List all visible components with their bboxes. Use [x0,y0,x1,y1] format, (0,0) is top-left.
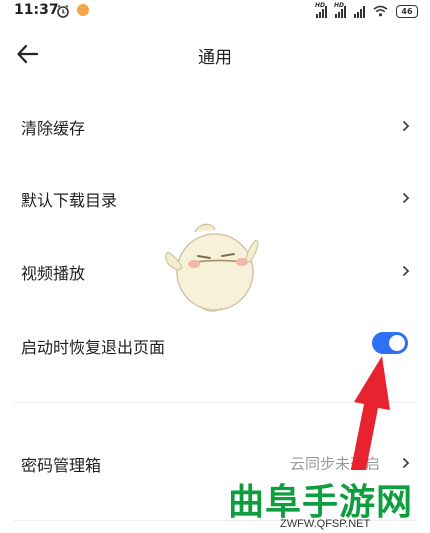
battery-icon: 46 [396,5,418,18]
settings-item-clear-cache[interactable]: 清除缓存 [0,101,430,151]
page-title: 通用 [198,48,232,68]
mascot-bird-image [160,220,265,315]
notification-badge-icon [77,4,89,16]
status-icons: HD HD 46 [315,2,418,21]
wifi-icon [373,2,388,21]
chevron-right-icon [402,455,410,469]
chevron-right-icon [402,190,410,204]
alarm-icon [56,3,70,22]
settings-item-download-directory[interactable]: 默认下载目录 [0,173,430,223]
settings-item-label: 清除缓存 [21,119,86,138]
signal-hd-icon: HD [334,2,346,18]
settings-item-label: 默认下载目录 [21,191,118,210]
restore-pages-toggle[interactable] [372,332,408,354]
settings-item-label: 启动时恢复退出页面 [21,338,166,357]
settings-item-label: 视频播放 [21,264,86,283]
settings-item-label: 密码管理箱 [21,456,102,475]
header: 通用 [0,30,430,78]
signal-hd-icon: HD [315,2,327,18]
chevron-right-icon [402,263,410,277]
status-time: 11:37 [14,2,59,18]
watermark-url: ZWFW.QFSP.NET [280,518,371,530]
signal-icon [354,5,365,18]
status-bar: 11:37 HD HD 46 [0,0,430,22]
toggle-knob [389,335,405,351]
chevron-right-icon [402,118,410,132]
